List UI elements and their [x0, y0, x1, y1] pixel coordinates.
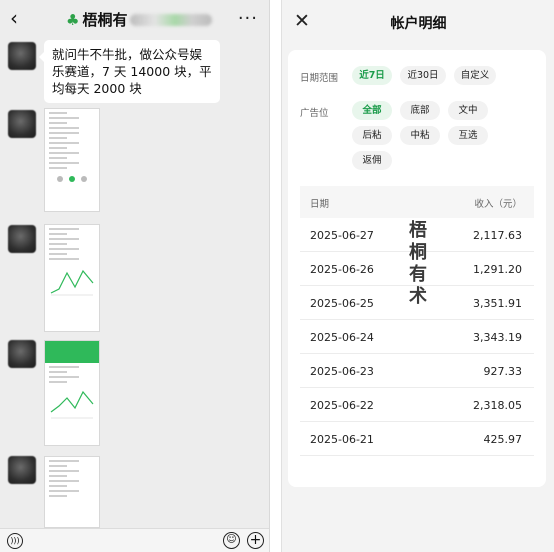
thumbnail-icons [57, 176, 87, 182]
watermark: 梧桐有术 [409, 220, 427, 307]
table-header: 日期 收入（元） [300, 186, 534, 218]
chip-commission[interactable]: 返佣 [352, 151, 392, 170]
row-income: 1,291.20 [473, 263, 522, 276]
detail-card: 日期范围 近7日 近30日 自定义 广告位 全部 底部 文中 后粘 中粘 互选 … [288, 50, 546, 487]
chip-last-7-days[interactable]: 近7日 [352, 66, 392, 85]
message-bubble[interactable]: 就问牛不牛批，做公众号娱乐赛道，7 天 14000 块，平均每天 2000 块 [39, 40, 220, 103]
chip-post-paste[interactable]: 后粘 [352, 126, 392, 145]
avatar[interactable] [8, 456, 36, 484]
thumbnail-chart [50, 269, 94, 296]
thumbnail-chart [50, 390, 94, 419]
message-text: 就问牛不牛批，做公众号娱乐赛道，7 天 14000 块，平均每天 2000 块 [52, 47, 212, 96]
row-income: 3,343.19 [473, 331, 522, 344]
chip-mutual-select[interactable]: 互选 [448, 126, 488, 145]
chip-custom[interactable]: 自定义 [454, 66, 496, 85]
row-date: 2025-06-27 [310, 229, 374, 242]
row-date: 2025-06-26 [310, 263, 374, 276]
chip-bottom[interactable]: 底部 [400, 101, 440, 120]
image-thumbnail[interactable] [44, 108, 100, 212]
row-income: 2,117.63 [473, 229, 522, 242]
detail-header: ✕ 帐户明细 [282, 0, 554, 44]
row-date: 2025-06-22 [310, 399, 374, 412]
ad-slot-label: 广告位 [300, 108, 329, 119]
chat-panel: ‹ ♣ 梧桐有 ··· 就问牛不牛批，做公众号娱乐赛道，7 天 14000 块，… [0, 0, 270, 552]
table-row[interactable]: 2025-06-21 425.97 [300, 422, 534, 456]
table-row[interactable]: 2025-06-22 2,318.05 [300, 388, 534, 422]
blurred-name [130, 13, 213, 26]
chat-title: ♣ 梧桐有 [66, 9, 213, 30]
row-income: 927.33 [483, 365, 523, 378]
table-row[interactable]: 2025-06-23 927.33 [300, 354, 534, 388]
plus-icon[interactable]: + [247, 532, 264, 549]
input-bar: ))) ☺ + [0, 528, 269, 552]
clover-icon: ♣ [66, 10, 80, 29]
emoji-icon[interactable]: ☺ [223, 532, 240, 549]
chip-all[interactable]: 全部 [352, 101, 392, 120]
header-income: 收入（元） [474, 199, 522, 210]
table-row[interactable]: 2025-06-24 3,343.19 [300, 320, 534, 354]
image-thumbnail[interactable] [44, 224, 100, 332]
avatar[interactable] [8, 42, 36, 70]
account-detail-panel: ✕ 帐户明细 日期范围 近7日 近30日 自定义 广告位 全部 底部 文中 后粘… [281, 0, 554, 552]
chip-in-article[interactable]: 文中 [448, 101, 488, 120]
image-thumbnail[interactable] [44, 456, 100, 528]
page-title: 帐户明细 [390, 16, 447, 32]
more-dots-icon[interactable]: ··· [238, 8, 258, 29]
chat-title-text: 梧桐有 [82, 11, 128, 29]
chip-last-30-days[interactable]: 近30日 [400, 66, 446, 85]
row-income: 425.97 [483, 433, 523, 446]
row-date: 2025-06-25 [310, 297, 374, 310]
header-date: 日期 [310, 199, 330, 210]
image-thumbnail[interactable] [44, 340, 100, 446]
row-income: 2,318.05 [473, 399, 522, 412]
row-date: 2025-06-24 [310, 331, 374, 344]
row-income: 3,351.91 [473, 297, 522, 310]
row-date: 2025-06-23 [310, 365, 374, 378]
chevron-left-icon[interactable]: ‹ [10, 8, 24, 28]
voice-icon[interactable]: ))) [7, 533, 23, 549]
avatar[interactable] [8, 225, 36, 253]
date-range-label: 日期范围 [300, 73, 339, 84]
avatar[interactable] [8, 110, 36, 138]
row-date: 2025-06-21 [310, 433, 374, 446]
avatar[interactable] [8, 340, 36, 368]
chip-mid-paste[interactable]: 中粘 [400, 126, 440, 145]
chat-header: ‹ ♣ 梧桐有 ··· [0, 0, 269, 36]
